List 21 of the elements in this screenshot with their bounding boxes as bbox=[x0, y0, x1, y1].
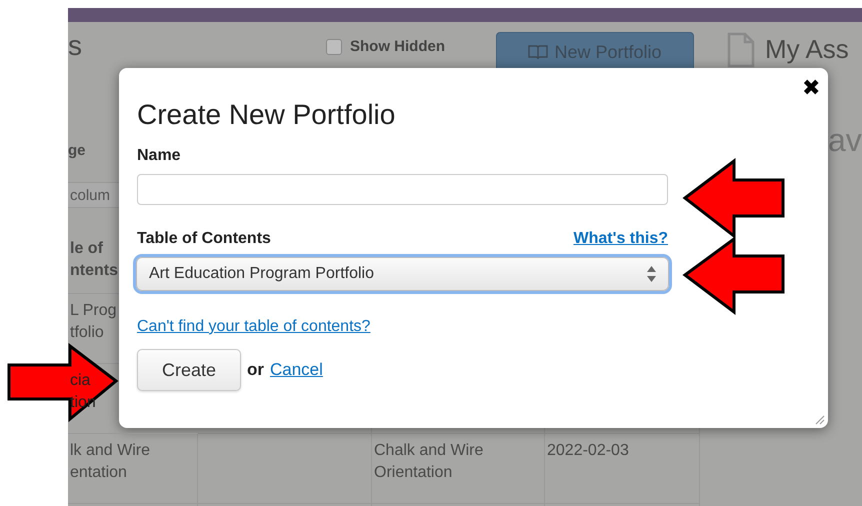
table-cell: 2022-02-03 bbox=[545, 434, 700, 504]
document-icon bbox=[727, 32, 755, 68]
create-button[interactable]: Create bbox=[137, 349, 241, 391]
cancel-link[interactable]: Cancel bbox=[270, 357, 323, 383]
select-arrows-icon bbox=[647, 266, 656, 282]
table-of-contents-select[interactable]: Art Education Program Portfolio bbox=[136, 257, 669, 291]
resize-grip-icon[interactable] bbox=[815, 415, 825, 425]
or-text: or bbox=[247, 359, 264, 382]
close-button[interactable]: ✖ bbox=[802, 76, 820, 100]
field-label: Name bbox=[137, 146, 182, 166]
name-input-field[interactable] bbox=[137, 174, 668, 205]
help-link[interactable]: What's this? bbox=[574, 227, 668, 251]
section-title: My Ass bbox=[765, 33, 849, 66]
table-cell: Chalk and Wire Orientation bbox=[372, 434, 545, 504]
book-icon bbox=[528, 44, 548, 60]
checkbox[interactable] bbox=[326, 39, 342, 56]
column-label: ge bbox=[68, 141, 86, 161]
page-title: s bbox=[68, 30, 83, 62]
table-cell: lk and Wire entation bbox=[68, 434, 198, 504]
checkbox-label: Show Hidden bbox=[350, 37, 445, 57]
dialog-title: Create New Portfolio bbox=[137, 98, 396, 132]
